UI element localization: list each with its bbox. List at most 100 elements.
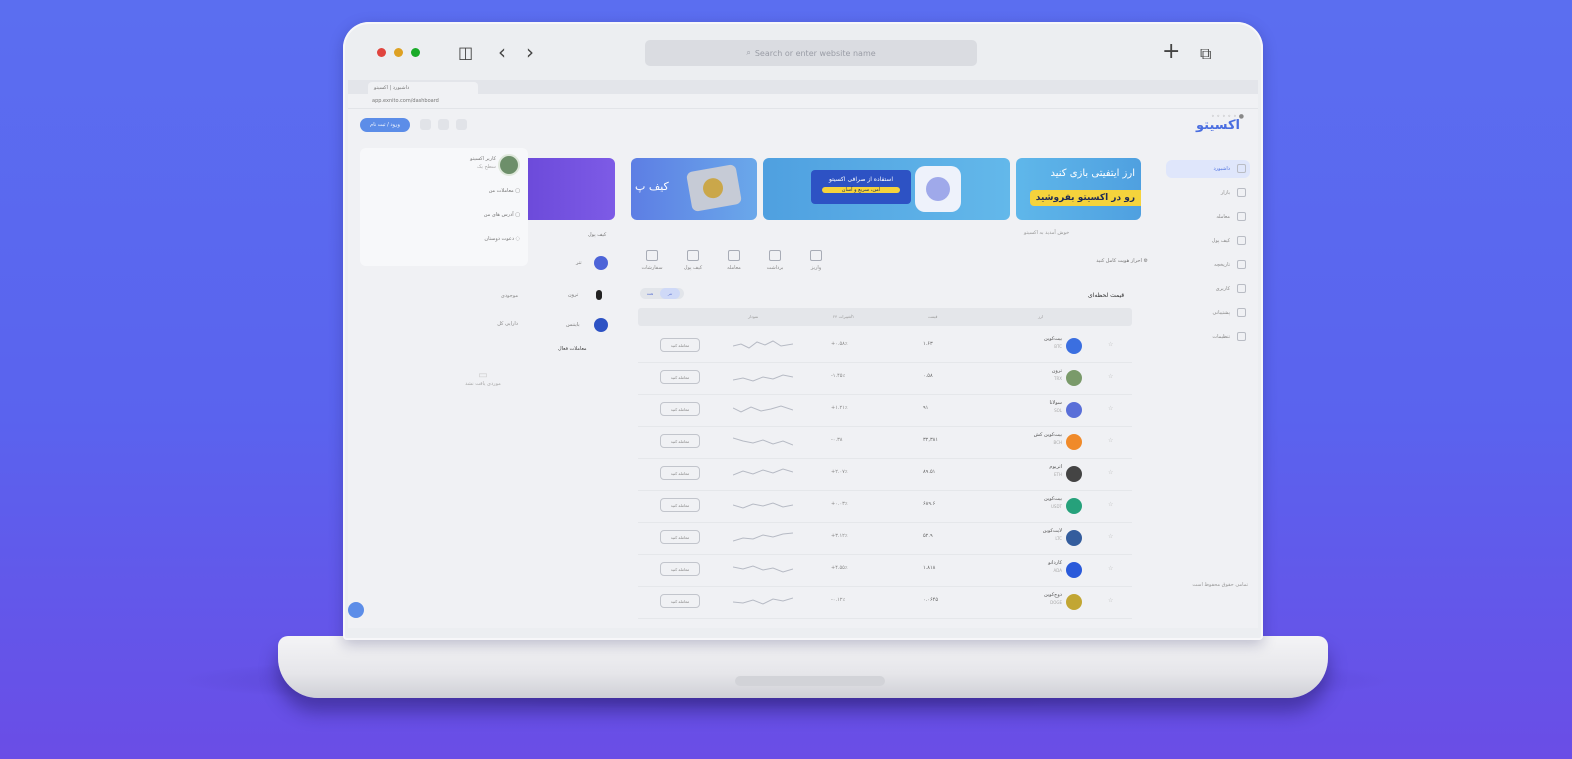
close-dot[interactable] [377, 48, 386, 57]
star-icon[interactable]: ☆ [1108, 437, 1113, 444]
app-header: ورود / ثبت نام اکسیتو [348, 110, 1258, 138]
trade-button[interactable]: معامله کنید [660, 530, 700, 544]
coin-icon [1066, 562, 1082, 578]
coin-price: ۹۱ [923, 405, 929, 411]
action-orders[interactable]: سفارشات [634, 250, 670, 271]
avatar[interactable] [498, 154, 520, 176]
action-trade[interactable]: معامله [716, 250, 752, 271]
coin-symbol: BTC [1054, 344, 1062, 349]
chevron-right-icon[interactable]: › [526, 42, 534, 62]
table-header: ارز قیمت تغییرات ۲۴h نمودار [638, 308, 1132, 326]
toggle-all[interactable]: همه [640, 288, 660, 299]
history-icon [1237, 260, 1246, 269]
table-row[interactable]: ☆ بیت‌کوین کش BCH ۳۲,۳۸۱ -۰.۳۸ معامله کنید [638, 426, 1132, 459]
coin-icon [594, 318, 608, 332]
promo-banner-wallet[interactable]: کیف پ [631, 158, 757, 220]
sidebar-item-wallet[interactable]: کیف پول [1166, 232, 1250, 250]
minimize-dot[interactable] [394, 48, 403, 57]
sidebar-item-trade[interactable]: معامله [1166, 208, 1250, 226]
sparkline [733, 502, 793, 509]
wallet-column: کیف پول تتر ترون بایننس معاملات فعال [548, 228, 618, 628]
action-withdraw[interactable]: برداشت [757, 250, 793, 271]
table-row[interactable]: ☆ کاردانو ADA ۱.۸۱۸ +۴.۵۵٪ معامله کنید [638, 554, 1132, 587]
trade-button[interactable]: معامله کنید [660, 466, 700, 480]
action-deposit[interactable]: واریز [798, 250, 834, 271]
sidebar-item-dashboard[interactable]: داشبورد [1166, 160, 1250, 178]
coin-price: ۶۸۹.۶ [923, 501, 936, 507]
sidebar-item-label: بازار [1220, 190, 1230, 196]
quick-actions: واریز برداشت معامله کیف پول سفارشات احرا… [633, 248, 1148, 286]
plus-icon[interactable]: + [1162, 41, 1180, 63]
sidebar-item-support[interactable]: پشتیبانی [1166, 304, 1250, 322]
star-icon[interactable]: ☆ [1108, 405, 1113, 412]
bell-icon[interactable] [456, 119, 467, 130]
sidebar-item-settings[interactable]: تنظیمات [1166, 328, 1250, 346]
table-row[interactable]: ☆ دوج‌کوین DOGE ۰.۰۶۴۵ -۰.۱۲٪ معامله کنید [638, 586, 1132, 619]
star-icon[interactable]: ☆ [1108, 597, 1113, 604]
coin-name: ترون [1051, 368, 1062, 374]
promo-banner-purple[interactable] [520, 158, 615, 220]
trade-button[interactable]: معامله کنید [660, 562, 700, 576]
zoom-dot[interactable] [411, 48, 420, 57]
quote-toggle[interactable]: همه تتر [640, 288, 684, 299]
coin-name: بیت‌کوین [1044, 336, 1062, 342]
gear-icon [1237, 332, 1246, 341]
coin-symbol: USDT [1051, 504, 1062, 509]
wallet-icon [687, 250, 699, 261]
trade-button[interactable]: معامله کنید [660, 434, 700, 448]
table-title: قیمت لحظه‌ای [1088, 292, 1125, 299]
tabs-icon[interactable]: ⧉ [1200, 44, 1211, 64]
chevron-left-icon[interactable]: ‹ [498, 42, 506, 62]
table-row[interactable]: ☆ اتریوم ETH ۸۹.۵۱ +۲.۰۷٪ معامله کنید [638, 458, 1132, 491]
trade-button[interactable]: معامله کنید [660, 498, 700, 512]
outer-url-field[interactable]: ⌕ Search or enter website name [645, 40, 977, 66]
coin-icon [1066, 338, 1082, 354]
promo-banner-exchange[interactable]: استفاده از صرافی اکسیتو امن، سریع و آسان [763, 158, 1010, 220]
header-price: قیمت [928, 314, 938, 319]
star-icon[interactable]: ☆ [1108, 341, 1113, 348]
wallet-icon [1237, 236, 1246, 245]
coin-price: ۸۹.۵۱ [923, 469, 936, 475]
table-row[interactable]: ☆ بیت‌کوین USDT ۶۸۹.۶ +۰.۰۳٪ معامله کنید [638, 490, 1132, 523]
star-icon[interactable]: ☆ [1108, 469, 1113, 476]
app-logo[interactable]: اکسیتو [1196, 118, 1240, 133]
coin-icon [1066, 530, 1082, 546]
trade-button[interactable]: معامله کنید [660, 402, 700, 416]
table-row[interactable]: ☆ بیت‌کوین BTC ۱.۶۳ +۰.۵۸٪ معامله کنید [638, 330, 1132, 363]
browser-tab[interactable]: داشبورد | اکسیتو [368, 82, 478, 94]
search-icon: ⌕ [746, 48, 751, 57]
toggle-usdt[interactable]: تتر [660, 288, 680, 299]
menu-item-trades[interactable]: معاملات من ▢ [489, 188, 520, 194]
star-icon[interactable]: ☆ [1108, 533, 1113, 540]
promo-banner-sell[interactable]: ارز ایتفیتی بازی کنید رو در اکسیتو بفروش… [1016, 158, 1141, 220]
trade-icon [1237, 212, 1246, 221]
coin-icon [1066, 434, 1082, 450]
sidebar-item-history[interactable]: تاریخچه [1166, 256, 1250, 274]
grid-icon[interactable] [438, 119, 449, 130]
verify-notice[interactable]: احراز هویت کامل کنید ⚙ [1096, 258, 1148, 264]
login-button[interactable]: ورود / ثبت نام [360, 118, 410, 132]
trade-button[interactable]: معامله کنید [660, 594, 700, 608]
coin-name: اتریوم [1049, 464, 1062, 470]
trade-button[interactable]: معامله کنید [660, 338, 700, 352]
sidebar-item-account[interactable]: کاربری [1166, 280, 1250, 298]
star-icon[interactable]: ☆ [1108, 565, 1113, 572]
coin-label: بایننس [566, 322, 580, 328]
menu-label: آدرس های من [483, 212, 514, 218]
trade-button[interactable]: معامله کنید [660, 370, 700, 384]
table-row[interactable]: ☆ سولانا SOL ۹۱ +۱.۲۱٪ معامله کنید [638, 394, 1132, 427]
sidebar-item-market[interactable]: بازار [1166, 184, 1250, 202]
address-bar[interactable]: app.exnito.com/dashboard ◦◦◦◦◦● [348, 94, 1258, 120]
star-icon[interactable]: ☆ [1108, 501, 1113, 508]
coin-change: -۰.۱۲٪ [831, 597, 846, 603]
address-text: app.exnito.com/dashboard [372, 98, 439, 104]
moon-icon[interactable] [420, 119, 431, 130]
menu-item-addresses[interactable]: آدرس های من ▢ [484, 212, 520, 218]
menu-item-invite[interactable]: دعوت دوستان ◌ [484, 236, 520, 242]
table-row[interactable]: ☆ ترون TRX ۰.۵۸ -۱.۴۵٪ معامله کنید [638, 362, 1132, 395]
star-icon[interactable]: ☆ [1108, 373, 1113, 380]
table-row[interactable]: ☆ لایت‌کوین LTC ۵۲.۹ +۳.۱۲٪ معامله کنید [638, 522, 1132, 555]
chat-icon[interactable] [348, 602, 364, 618]
action-wallet[interactable]: کیف پول [675, 250, 711, 271]
sidebar-icon[interactable]: ◫ [458, 43, 473, 63]
